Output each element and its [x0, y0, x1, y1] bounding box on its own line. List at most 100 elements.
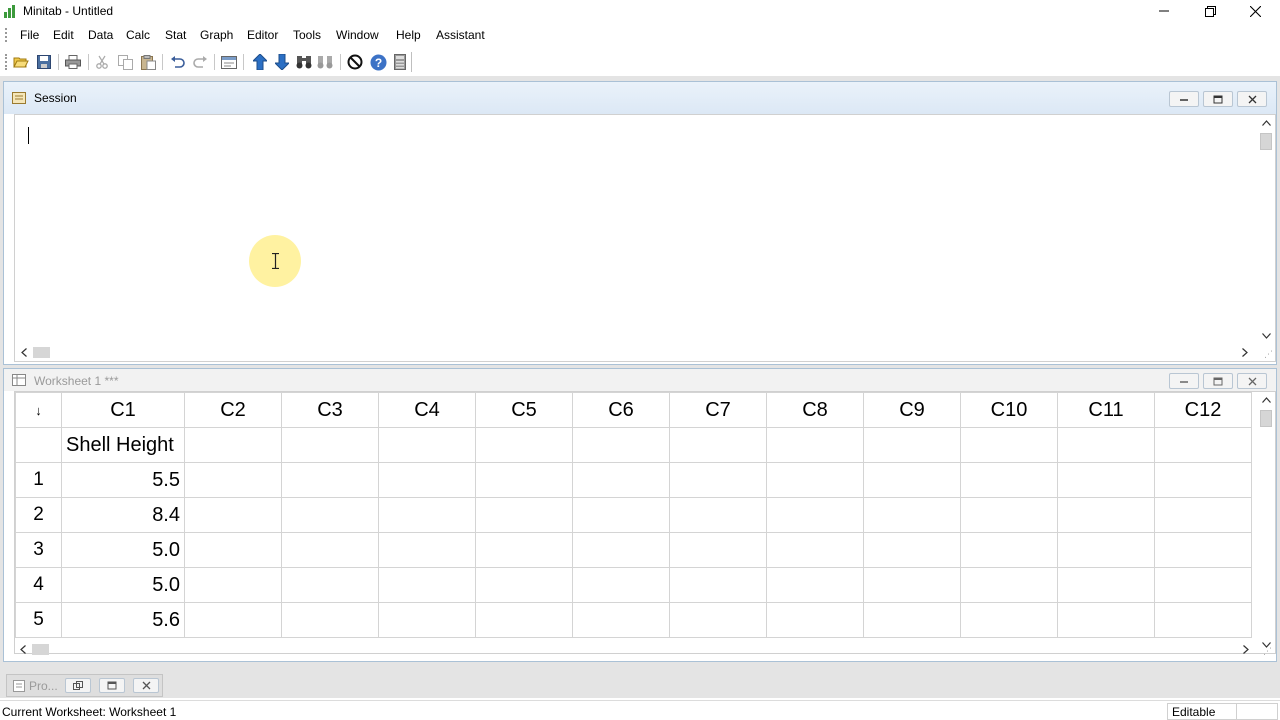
data-cell[interactable] [572, 567, 670, 603]
column-name-cell[interactable] [572, 427, 670, 463]
data-cell[interactable] [475, 462, 573, 498]
column-header[interactable]: C11 [1057, 392, 1155, 428]
data-cell[interactable] [572, 497, 670, 533]
column-header[interactable]: C2 [184, 392, 282, 428]
data-cell[interactable]: 5.0 [61, 567, 185, 603]
worksheet-minimize-button[interactable] [1169, 373, 1199, 389]
copy-button[interactable] [116, 53, 134, 71]
next-command-button[interactable] [273, 53, 291, 71]
data-cell[interactable] [960, 532, 1058, 568]
column-header[interactable]: C4 [378, 392, 476, 428]
previous-command-button[interactable] [251, 53, 269, 71]
data-cell[interactable] [378, 462, 476, 498]
worksheet-close-button[interactable] [1237, 373, 1267, 389]
row-header[interactable]: 1 [15, 462, 62, 498]
data-cell[interactable] [1057, 567, 1155, 603]
menu-editor[interactable]: Editor [247, 28, 278, 42]
data-cell[interactable] [960, 567, 1058, 603]
data-cell[interactable] [669, 462, 767, 498]
column-name-cell[interactable] [960, 427, 1058, 463]
data-cell[interactable] [1057, 532, 1155, 568]
data-cell[interactable] [281, 497, 379, 533]
data-cell[interactable] [863, 602, 961, 638]
data-cell[interactable]: 5.5 [61, 462, 185, 498]
menu-tools[interactable]: Tools [293, 28, 321, 42]
paste-button[interactable] [139, 53, 157, 71]
worksheet-title-bar[interactable]: Worksheet 1 *** [4, 369, 1276, 391]
column-header[interactable]: C9 [863, 392, 961, 428]
close-button[interactable] [1232, 0, 1278, 22]
row-header[interactable]: 5 [15, 602, 62, 638]
session-vertical-thumb[interactable] [1260, 133, 1272, 150]
menu-edit[interactable]: Edit [53, 28, 74, 42]
data-cell[interactable] [1057, 497, 1155, 533]
data-cell[interactable] [960, 602, 1058, 638]
data-cell[interactable]: 8.4 [61, 497, 185, 533]
column-header[interactable]: C6 [572, 392, 670, 428]
resize-grip-icon[interactable]: ⋰ [1263, 349, 1273, 359]
column-name-cell[interactable]: Shell Height [61, 427, 185, 463]
scroll-up-icon[interactable] [1258, 115, 1274, 131]
data-cell[interactable] [960, 497, 1058, 533]
session-vertical-scrollbar[interactable] [1257, 115, 1275, 344]
data-cell[interactable] [1154, 567, 1252, 603]
column-name-cell[interactable] [766, 427, 864, 463]
column-header[interactable]: C1 [61, 392, 185, 428]
data-cell[interactable] [475, 497, 573, 533]
find-button[interactable] [295, 53, 313, 71]
data-cell[interactable] [184, 602, 282, 638]
scroll-right-icon[interactable] [1238, 641, 1254, 657]
cancel-button[interactable] [346, 53, 364, 71]
data-cell[interactable] [378, 567, 476, 603]
column-name-cell[interactable] [1057, 427, 1155, 463]
column-name-cell[interactable] [475, 427, 573, 463]
column-header[interactable]: C3 [281, 392, 379, 428]
data-cell[interactable] [1154, 602, 1252, 638]
save-button[interactable] [35, 53, 53, 71]
menu-grip[interactable] [5, 28, 7, 42]
project-close-button[interactable] [133, 678, 159, 693]
menu-graph[interactable]: Graph [200, 28, 233, 42]
session-output-area[interactable]: ⋰ [14, 114, 1276, 362]
menu-data[interactable]: Data [88, 28, 113, 42]
print-button[interactable] [64, 53, 82, 71]
data-cell[interactable] [1154, 497, 1252, 533]
column-name-cell[interactable] [863, 427, 961, 463]
data-cell[interactable] [766, 532, 864, 568]
worksheet-maximize-button[interactable] [1203, 373, 1233, 389]
data-cell[interactable] [766, 602, 864, 638]
data-cell[interactable] [184, 567, 282, 603]
project-maximize-button[interactable] [99, 678, 125, 693]
column-name-cell[interactable] [378, 427, 476, 463]
data-cell[interactable] [1057, 462, 1155, 498]
data-cell[interactable] [669, 567, 767, 603]
replace-button[interactable] [316, 53, 334, 71]
data-cell[interactable] [184, 497, 282, 533]
undo-button[interactable] [168, 53, 186, 71]
row-header[interactable]: 4 [15, 567, 62, 603]
scroll-right-icon[interactable] [1237, 344, 1253, 360]
menu-help[interactable]: Help [396, 28, 421, 42]
data-cell[interactable] [378, 497, 476, 533]
menu-assistant[interactable]: Assistant [436, 28, 485, 42]
toolbar-grip[interactable] [5, 54, 7, 70]
redo-button[interactable] [191, 53, 209, 71]
data-cell[interactable] [572, 462, 670, 498]
scroll-left-icon[interactable] [15, 641, 31, 657]
data-cell[interactable] [863, 462, 961, 498]
row-header[interactable]: 3 [15, 532, 62, 568]
data-cell[interactable] [475, 532, 573, 568]
scroll-left-icon[interactable] [16, 344, 32, 360]
data-cell[interactable] [766, 567, 864, 603]
scroll-up-icon[interactable] [1258, 392, 1274, 408]
column-name-cell[interactable] [281, 427, 379, 463]
data-cell[interactable] [1154, 532, 1252, 568]
data-cell[interactable] [1057, 602, 1155, 638]
column-header[interactable]: C12 [1154, 392, 1252, 428]
scroll-down-icon[interactable] [1258, 328, 1274, 344]
worksheet-horizontal-scrollbar[interactable]: ⋰ [14, 641, 1274, 658]
data-cell[interactable] [475, 567, 573, 603]
data-cell[interactable] [281, 532, 379, 568]
menu-calc[interactable]: Calc [126, 28, 150, 42]
data-cell[interactable] [1154, 462, 1252, 498]
